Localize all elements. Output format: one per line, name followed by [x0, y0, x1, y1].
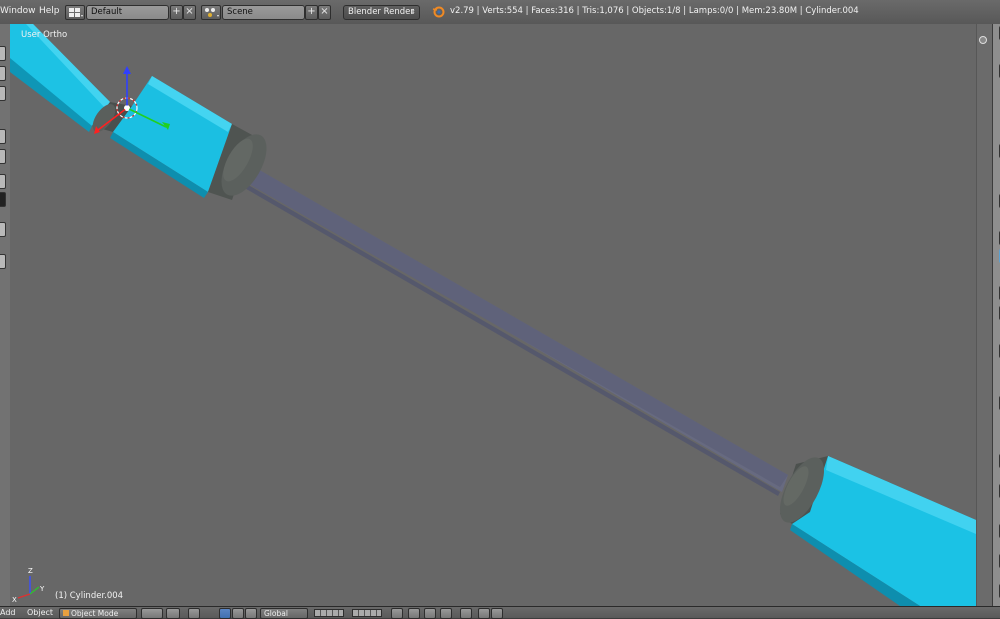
object-menu[interactable]: Object [27, 608, 53, 617]
screen-layout-field[interactable]: Default [86, 5, 169, 20]
3d-viewport[interactable]: Z X Y User Ortho (1) Cylinder.004 [10, 24, 976, 606]
tool-tab[interactable] [0, 129, 6, 144]
region-toggle-icon[interactable] [979, 36, 987, 44]
scene-canvas[interactable]: Z X Y [10, 24, 976, 606]
object-mode-icon [63, 610, 69, 616]
layers-grid-1[interactable] [314, 609, 344, 617]
view-name-label: User Ortho [21, 30, 68, 40]
tool-tab[interactable] [0, 66, 6, 81]
snap-toggle[interactable] [440, 608, 452, 619]
add-scene-button[interactable]: + [305, 5, 318, 20]
tool-tab[interactable] [0, 149, 6, 164]
scale-manipulator-button[interactable] [245, 608, 257, 619]
pivot-point-button[interactable] [166, 608, 180, 619]
properties-divider[interactable] [976, 24, 993, 606]
tool-tab[interactable] [0, 174, 6, 189]
cylinder-right-mesh[interactable] [771, 451, 976, 606]
add-menu[interactable]: Add [0, 608, 16, 617]
cylinder-left-mesh[interactable] [10, 24, 276, 203]
info-header: Window Help Default + × Scene + × Blende… [0, 0, 1000, 25]
active-object-label: (1) Cylinder.004 [55, 591, 124, 601]
snap-element-button[interactable] [460, 608, 472, 619]
remove-layout-button[interactable]: × [183, 5, 196, 20]
render-animation-button[interactable] [491, 608, 503, 619]
viewport-shading-button[interactable] [141, 608, 163, 619]
tool-tab[interactable] [0, 46, 6, 61]
render-engine-select[interactable]: Blender Render ⇕ [343, 5, 420, 20]
axis-x-label: X [12, 596, 17, 604]
manipulator-toggle[interactable] [188, 608, 200, 619]
properties-panel[interactable] [992, 24, 1000, 606]
rotate-manipulator-button[interactable] [232, 608, 244, 619]
translate-manipulator-button[interactable] [219, 608, 231, 619]
render-still-button[interactable] [478, 608, 490, 619]
axis-z-label: Z [28, 567, 33, 575]
menu-help[interactable]: Help [39, 6, 60, 16]
scene-statistics: v2.79 | Verts:554 | Faces:316 | Tris:1,0… [450, 6, 859, 16]
orientation-select[interactable]: Global [260, 608, 308, 619]
viewport-header: Add Object Object Mode Global [0, 606, 1000, 619]
mode-select[interactable]: Object Mode [59, 608, 137, 619]
render-layer-button[interactable] [408, 608, 420, 619]
view-axis-icon: Z X Y [12, 567, 45, 604]
menu-window[interactable]: Window [0, 6, 36, 16]
axis-y-label: Y [39, 585, 45, 593]
scene-icon[interactable] [201, 5, 221, 20]
layers-grid-2[interactable] [352, 609, 382, 617]
tool-tab[interactable] [0, 86, 6, 101]
proportional-edit-button[interactable] [424, 608, 436, 619]
tool-tab-active[interactable] [0, 192, 6, 207]
rod-mesh[interactable] [222, 160, 788, 496]
render-engine-label: Blender Render [348, 7, 414, 17]
lock-layers-button[interactable] [391, 608, 403, 619]
remove-scene-button[interactable]: × [318, 5, 331, 20]
screen-layout-icon[interactable] [65, 5, 85, 20]
scene-field[interactable]: Scene [222, 5, 305, 20]
tool-tab[interactable] [0, 222, 6, 237]
dropdown-arrows-icon: ⇕ [410, 8, 416, 16]
blender-logo-icon [432, 5, 445, 21]
tool-tab[interactable] [0, 254, 6, 269]
add-layout-button[interactable]: + [170, 5, 183, 20]
